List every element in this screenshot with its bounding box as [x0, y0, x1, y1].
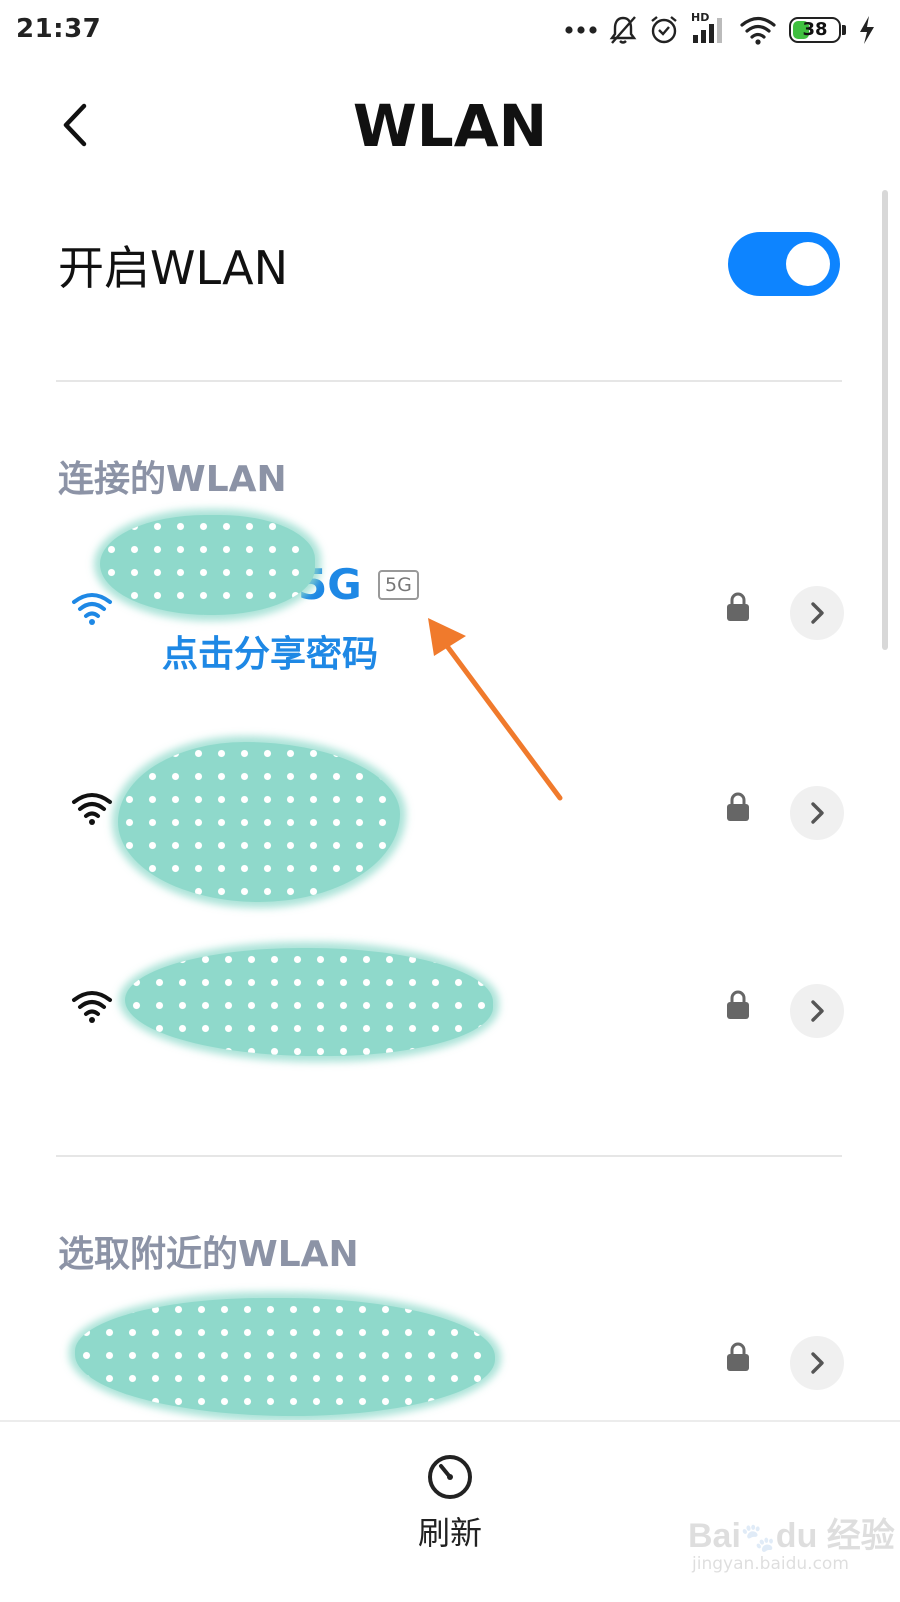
page-title: WLAN: [352, 92, 548, 160]
baidu-jingyan-watermark-logo: Bai🐾du 经验 jingyan.baidu.com: [688, 1517, 895, 1574]
toggle-knob: [786, 242, 830, 286]
status-bar: 21:37 HD 38: [0, 0, 900, 60]
lock-icon: [727, 1342, 749, 1371]
nearby-section-title: 选取附近的WLAN: [58, 1234, 359, 1275]
redaction-mask: [100, 515, 315, 615]
chevron-right-icon: [811, 1000, 824, 1022]
bell-muted-icon: [609, 16, 637, 44]
battery-icon: 38: [789, 17, 846, 43]
battery-level-text: 38: [802, 19, 828, 40]
divider: [56, 1155, 842, 1157]
wlan-toggle-label: 开启WLAN: [58, 241, 289, 295]
lock-icon: [727, 990, 749, 1019]
status-icons: HD 38: [565, 11, 876, 48]
chevron-right-icon: [811, 602, 824, 624]
wifi-status-icon: [740, 16, 776, 45]
divider: [56, 380, 842, 382]
more-dots-icon: [565, 26, 597, 34]
lock-icon: [727, 592, 749, 621]
chevron-right-icon: [811, 802, 824, 824]
chevron-right-icon: [811, 1352, 824, 1374]
network-detail-button[interactable]: [790, 786, 844, 840]
wifi-signal-icon: [72, 793, 112, 825]
alarm-icon: [651, 16, 677, 44]
network-detail-button[interactable]: [790, 1336, 844, 1390]
cellular-signal-icon: HD: [691, 11, 727, 45]
status-time: 21:37: [16, 14, 102, 44]
wifi-signal-icon: [72, 991, 112, 1023]
wifi-signal-icon: [72, 593, 112, 625]
charging-bolt-icon: [860, 16, 874, 44]
share-password-link[interactable]: 点击分享密码: [162, 625, 378, 677]
network-detail-button[interactable]: [790, 984, 844, 1038]
band-badge: 5G: [378, 570, 419, 600]
refresh-label: 刷新: [417, 1514, 482, 1552]
connected-section-title: 连接的WLAN: [58, 459, 287, 500]
refresh-button[interactable]: 刷新: [400, 1452, 500, 1562]
refresh-icon: [428, 1455, 472, 1499]
lock-icon: [727, 792, 749, 821]
wlan-toggle[interactable]: [728, 232, 840, 296]
network-detail-button[interactable]: [790, 586, 844, 640]
annotation-arrow-icon: [428, 618, 563, 801]
